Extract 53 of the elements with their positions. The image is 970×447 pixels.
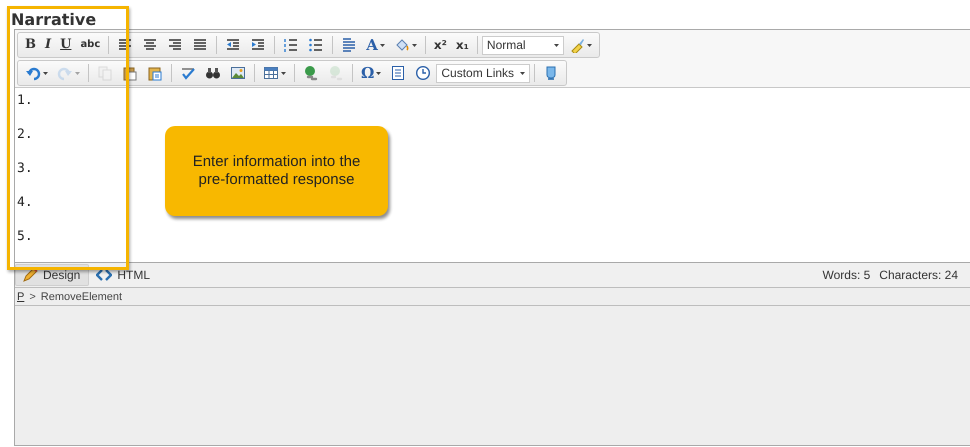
section-title: Narrative: [10, 9, 98, 29]
caret-icon: [380, 44, 385, 46]
binoculars-icon: [205, 65, 221, 81]
table-icon: [263, 65, 279, 81]
italic-button[interactable]: I: [41, 35, 56, 55]
code-icon: [96, 267, 112, 283]
globe-icon: [303, 65, 319, 81]
caret-icon: [376, 72, 382, 74]
list-number: 4.: [17, 194, 33, 212]
caret-icon: [75, 72, 80, 74]
numbered-list-icon: [283, 37, 300, 53]
caret-icon: [43, 72, 48, 74]
list-number: 1.: [17, 92, 33, 110]
breadcrumb-link[interactable]: P: [17, 290, 24, 302]
underline-button[interactable]: U: [56, 35, 76, 55]
caret-icon: [586, 44, 592, 46]
character-count: Characters: 24: [879, 268, 958, 282]
list-number: 3.: [17, 160, 33, 178]
globe-icon: [328, 65, 344, 81]
clipboard-icon: [147, 65, 163, 81]
document-icon: [390, 65, 406, 81]
caret-icon: [520, 72, 526, 74]
mode-tab[interactable]: HTML: [89, 264, 160, 286]
breadcrumb-item: RemoveElement: [40, 290, 122, 302]
image-icon: [230, 65, 246, 81]
align-right-icon: [167, 37, 184, 53]
style-dropdown[interactable]: Normal: [482, 36, 564, 54]
undo-icon: [25, 65, 41, 81]
clock-icon: [415, 65, 432, 81]
breadcrumb-separator: >: [29, 290, 36, 302]
copy-icon: [97, 65, 113, 81]
pencil-icon: [22, 267, 38, 283]
redo-icon: [57, 65, 73, 81]
callout-text: Enter information into the pre-formatted response: [192, 153, 362, 189]
word-count: Words: 5: [822, 268, 870, 282]
brush-icon: [568, 37, 585, 53]
symbol-button[interactable]: Ω: [357, 63, 386, 83]
list-number: 2.: [17, 126, 33, 144]
font-color-button[interactable]: A: [362, 35, 389, 55]
bullet-list-icon: [308, 37, 324, 53]
caret-icon: [281, 72, 286, 74]
caret-icon: [554, 44, 559, 46]
superscript-button[interactable]: x²: [430, 35, 451, 55]
bold-button[interactable]: B: [21, 35, 40, 55]
paragraph-icon: [341, 37, 358, 53]
justify-icon: [192, 37, 208, 53]
caret-icon: [412, 44, 417, 46]
style-dropdown[interactable]: Custom Links: [436, 64, 530, 82]
strikethrough-button[interactable]: abc: [76, 35, 104, 55]
list-number: 5.: [17, 228, 33, 246]
align-center-icon: [142, 37, 158, 53]
align-left-icon: [117, 37, 134, 53]
subscript-button[interactable]: x₁: [452, 35, 473, 55]
